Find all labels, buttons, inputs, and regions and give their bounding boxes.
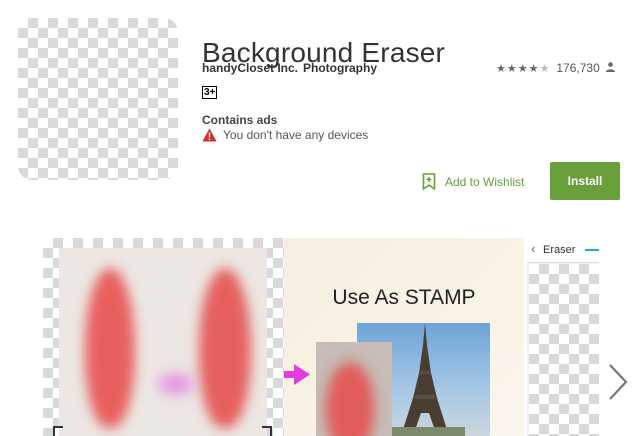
chevron-right-icon bbox=[609, 364, 628, 400]
device-warning: You don't have any devices bbox=[202, 128, 368, 142]
stamp-title: Use As STAMP bbox=[332, 286, 476, 309]
header-accent-bar bbox=[585, 249, 599, 251]
eiffel-tower-icon bbox=[385, 323, 465, 436]
transparent-canvas bbox=[529, 264, 599, 436]
crop-corner-right bbox=[262, 426, 272, 436]
content-rating-badge: 3+ bbox=[202, 86, 218, 99]
bookmark-add-icon bbox=[422, 173, 436, 190]
contains-ads-label: Contains ads bbox=[202, 113, 278, 127]
wishlist-label: Add to Wishlist bbox=[445, 174, 525, 189]
star-rating: ★★★★★ bbox=[496, 62, 550, 75]
screenshot-2[interactable]: Use As STAMP bbox=[284, 238, 524, 436]
eraser-title: Eraser bbox=[543, 244, 576, 256]
crop-corner-left bbox=[53, 426, 63, 436]
add-to-wishlist-button[interactable]: Add to Wishlist bbox=[422, 173, 524, 190]
app-icon bbox=[18, 18, 178, 180]
install-button[interactable]: Install bbox=[550, 162, 620, 200]
screenshot-1[interactable] bbox=[43, 238, 284, 436]
screenshot-3[interactable]: ‹ Eraser bbox=[527, 238, 599, 436]
category-link[interactable]: Photography bbox=[303, 61, 377, 75]
blurred-photo bbox=[59, 248, 267, 436]
rating-count: 176,730 bbox=[556, 61, 600, 75]
back-chevron-icon: ‹ bbox=[531, 241, 536, 256]
star-icon: ★ bbox=[496, 62, 507, 75]
arrow-right-icon bbox=[284, 364, 310, 385]
next-screenshot-button[interactable] bbox=[600, 352, 636, 412]
device-warning-text: You don't have any devices bbox=[223, 128, 369, 142]
star-icon: ★ bbox=[506, 62, 518, 75]
star-icon: ★ bbox=[517, 62, 529, 75]
star-icon: ★ bbox=[528, 62, 540, 75]
stamp-cutout bbox=[316, 342, 392, 436]
half-star-icon: ★ bbox=[539, 62, 551, 75]
warning-icon bbox=[202, 128, 217, 142]
person-icon bbox=[605, 61, 615, 75]
eraser-header: ‹ Eraser bbox=[527, 238, 599, 263]
developer-link[interactable]: handyCloset Inc. bbox=[202, 61, 298, 75]
rating-summary: ★★★★★ 176,730 bbox=[496, 61, 615, 75]
